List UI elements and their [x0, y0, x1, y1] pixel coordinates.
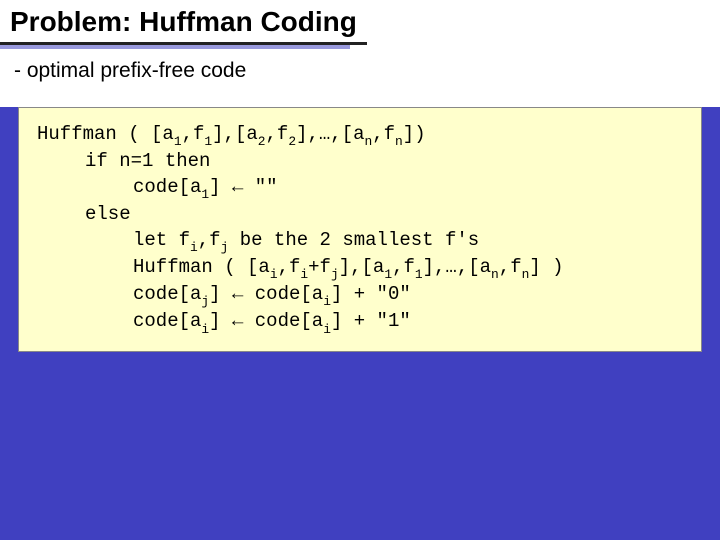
slide-subtitle: - optimal prefix-free code [14, 59, 706, 83]
t: ,f [372, 123, 395, 145]
t: ] + "1" [331, 310, 411, 332]
t: ,f [499, 256, 522, 278]
sub: i [300, 267, 308, 282]
sub: 1 [384, 267, 392, 282]
t: code[a [133, 283, 201, 305]
t: ]) [403, 123, 426, 145]
sub: j [331, 267, 339, 282]
sub: 2 [258, 134, 266, 149]
code-line-5: let fi,fj be the 2 smallest f's [37, 228, 685, 255]
t: ] + "0" [331, 283, 411, 305]
sub: i [323, 294, 331, 309]
sub: i [201, 322, 209, 337]
subtitle-area: - optimal prefix-free code [0, 49, 720, 107]
sub: j [201, 294, 209, 309]
code-line-2: if n=1 then [37, 149, 685, 175]
sub: n [364, 134, 372, 149]
code-box: Huffman ( [a1,f1],[a2,f2],…,[an,fn]) if … [18, 107, 702, 352]
t: be the 2 smallest f's [228, 229, 479, 251]
sub: 1 [204, 134, 212, 149]
t: ],…,[a [423, 256, 491, 278]
code-line-7: code[aj] ← code[ai] + "0" [37, 282, 685, 309]
t: let f [133, 229, 190, 251]
sub: n [395, 134, 403, 149]
sub: 1 [201, 187, 209, 202]
code-line-6: Huffman ( [ai,fi+fj],[a1,f1],…,[an,fn] ) [37, 255, 685, 282]
sub: j [221, 240, 229, 255]
sub: i [270, 267, 278, 282]
sub: n [491, 267, 499, 282]
t: Huffman ( [a [133, 256, 270, 278]
t: Huffman ( [a [37, 123, 174, 145]
t: ] ) [529, 256, 563, 278]
sub: i [323, 322, 331, 337]
t: ,f [278, 256, 301, 278]
t: ],…,[a [296, 123, 364, 145]
sub: 1 [174, 134, 182, 149]
t: ,f [266, 123, 289, 145]
t: ,f [392, 256, 415, 278]
sub: n [522, 267, 530, 282]
code-line-1: Huffman ( [a1,f1],[a2,f2],…,[an,fn]) [37, 122, 685, 149]
t: ] ← code[a [209, 283, 323, 305]
t: +f [308, 256, 331, 278]
code-line-3: code[a1] ← "" [37, 175, 685, 202]
t: code[a [133, 176, 201, 198]
t: ,f [198, 229, 221, 251]
t: ] ← "" [209, 176, 277, 198]
t: ] ← code[a [209, 310, 323, 332]
t: ],[a [212, 123, 258, 145]
sub: 2 [288, 134, 296, 149]
sub: 1 [415, 267, 423, 282]
slide-title: Problem: Huffman Coding [10, 6, 357, 38]
t: ],[a [339, 256, 385, 278]
header-block: Problem: Huffman Coding - optimal prefix… [0, 0, 720, 107]
code-line-4: else [37, 202, 685, 228]
sub: i [190, 240, 198, 255]
t: ,f [182, 123, 205, 145]
t: code[a [133, 310, 201, 332]
title-bar: Problem: Huffman Coding [0, 0, 367, 45]
code-line-8: code[ai] ← code[ai] + "1" [37, 309, 685, 336]
